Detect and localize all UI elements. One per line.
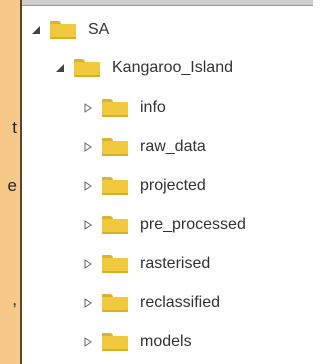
folder-icon [102, 138, 128, 156]
text-fragment: , [12, 290, 17, 309]
folder-icon [74, 59, 100, 77]
collapsed-arrow-icon[interactable] [82, 258, 94, 270]
tree-node-models[interactable]: models [82, 328, 192, 356]
tree-node-label: raw_data [140, 138, 206, 155]
left-panel: t e , [0, 0, 22, 364]
folder-icon [102, 216, 128, 234]
expanded-arrow-icon[interactable] [54, 62, 66, 74]
pane-top-border [22, 0, 313, 6]
tree-node-label: projected [140, 177, 206, 194]
folder-icon [102, 99, 128, 117]
text-fragment: t [12, 118, 17, 137]
tree-node-sa[interactable]: SA [30, 16, 109, 44]
collapsed-arrow-icon[interactable] [82, 297, 94, 309]
tree-node-label: models [140, 333, 192, 350]
tree-node-label: Kangaroo_Island [112, 59, 233, 76]
tree-node-label: SA [88, 21, 110, 38]
tree-node-projected[interactable]: projected [82, 172, 206, 200]
folder-icon [102, 333, 128, 351]
text-fragment: e [7, 176, 17, 195]
tree-node-label: pre_processed [140, 216, 246, 233]
collapsed-arrow-icon[interactable] [82, 219, 94, 231]
folder-icon [102, 177, 128, 195]
tree-node-label: rasterised [140, 255, 211, 272]
folder-icon [102, 294, 128, 312]
tree-node-raw-data[interactable]: raw_data [82, 133, 206, 161]
tree-node-pre-processed[interactable]: pre_processed [82, 211, 246, 239]
expanded-arrow-icon[interactable] [30, 24, 42, 36]
tree-node-label: info [140, 99, 166, 116]
collapsed-arrow-icon[interactable] [82, 141, 94, 153]
collapsed-arrow-icon[interactable] [82, 102, 94, 114]
tree-node-reclassified[interactable]: reclassified [82, 289, 220, 317]
folder-tree: SA Kangaroo_Island info raw_data project… [24, 8, 313, 364]
tree-node-rasterised[interactable]: rasterised [82, 250, 210, 278]
collapsed-arrow-icon[interactable] [82, 336, 94, 348]
tree-node-kangaroo-island[interactable]: Kangaroo_Island [54, 54, 233, 82]
tree-node-label: reclassified [140, 294, 221, 311]
collapsed-arrow-icon[interactable] [82, 180, 94, 192]
tree-node-info[interactable]: info [82, 94, 166, 122]
folder-icon [50, 21, 76, 39]
folder-icon [102, 255, 128, 273]
